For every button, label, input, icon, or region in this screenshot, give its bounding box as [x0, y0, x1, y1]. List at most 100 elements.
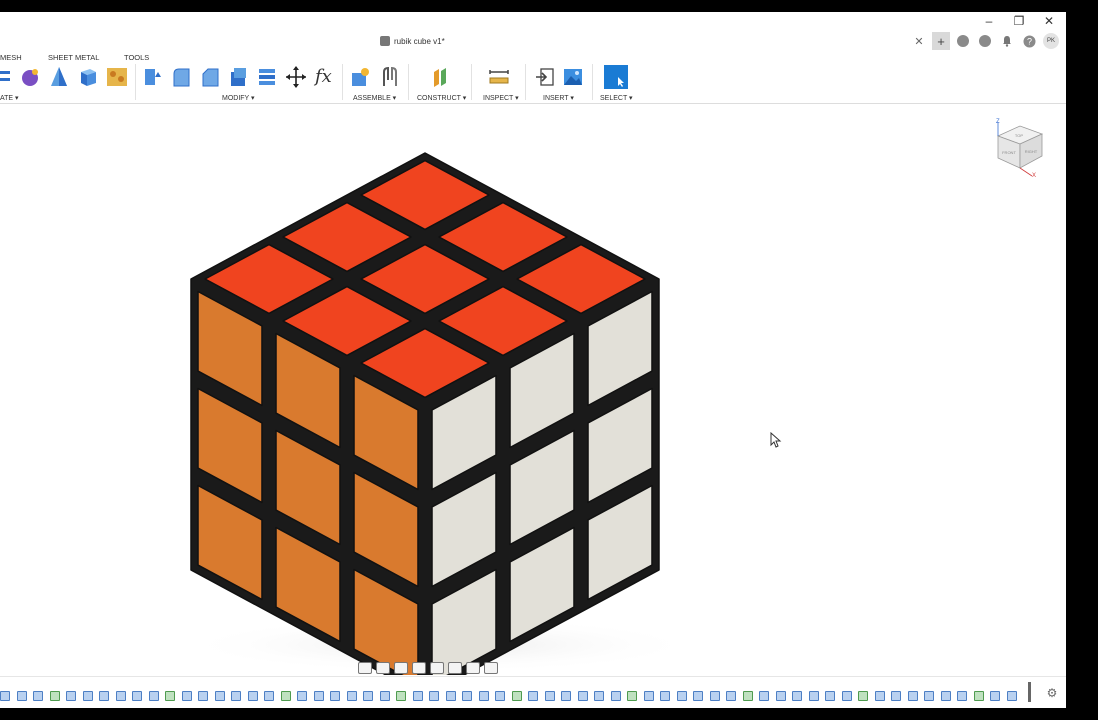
modify-menu[interactable]: MODIFY ▾: [222, 94, 255, 102]
rubiks-cube-model[interactable]: [0, 105, 1066, 675]
timeline-feature[interactable]: [792, 690, 802, 701]
box-icon[interactable]: [78, 66, 98, 88]
timeline-feature[interactable]: [495, 690, 505, 701]
tab-tools[interactable]: TOOLS: [124, 53, 149, 62]
timeline-feature[interactable]: [561, 690, 571, 701]
timeline-feature[interactable]: [610, 690, 621, 701]
close-window-button[interactable]: ✕: [1038, 13, 1060, 29]
timeline-feature[interactable]: [313, 690, 324, 701]
chamfer-icon[interactable]: [200, 66, 220, 88]
orbit-icon[interactable]: [358, 662, 372, 674]
timeline-feature[interactable]: [363, 690, 373, 701]
select-menu[interactable]: SELECT ▾: [600, 94, 633, 102]
create-menu[interactable]: ATE ▾: [0, 94, 19, 102]
timeline-feature[interactable]: [907, 690, 918, 701]
timeline-feature[interactable]: [990, 690, 1000, 701]
timeline-feature[interactable]: [594, 690, 604, 701]
timeline-feature[interactable]: [742, 690, 753, 701]
help-icon[interactable]: ?: [1020, 32, 1038, 50]
inspect-menu[interactable]: INSPECT ▾: [483, 94, 519, 102]
insert-derive-icon[interactable]: [535, 66, 555, 88]
timeline-feature[interactable]: [412, 690, 423, 701]
timeline-feature[interactable]: [49, 690, 60, 701]
job-status-icon[interactable]: [976, 32, 994, 50]
timeline-feature[interactable]: [577, 690, 588, 701]
timeline-feature[interactable]: [940, 690, 951, 701]
new-component-icon[interactable]: [350, 66, 370, 88]
restore-button[interactable]: ❐: [1008, 13, 1030, 29]
form-icon[interactable]: [20, 66, 40, 88]
timeline-feature[interactable]: [0, 690, 10, 701]
timeline-feature[interactable]: [115, 690, 126, 701]
timeline-feature[interactable]: [660, 690, 670, 701]
timeline-feature[interactable]: [858, 690, 868, 701]
timeline-feature[interactable]: [874, 690, 885, 701]
timeline-feature[interactable]: [231, 690, 241, 701]
viewports-icon[interactable]: [484, 662, 498, 674]
fx-parameters-icon[interactable]: fx: [315, 66, 332, 87]
user-avatar[interactable]: PK: [1042, 32, 1060, 50]
pan-icon[interactable]: [394, 662, 408, 674]
press-pull-icon[interactable]: [142, 66, 162, 88]
insert-menu[interactable]: INSERT ▾: [543, 94, 574, 102]
timeline-feature[interactable]: [264, 690, 274, 701]
timeline-feature[interactable]: [429, 690, 439, 701]
timeline-feature[interactable]: [33, 690, 43, 701]
shell-icon[interactable]: [228, 66, 248, 88]
notifications-icon[interactable]: [998, 32, 1016, 50]
timeline-feature[interactable]: [759, 690, 769, 701]
timeline-feature[interactable]: [148, 690, 159, 701]
timeline-feature[interactable]: [445, 690, 456, 701]
timeline-feature[interactable]: [16, 690, 27, 701]
zoom-window-icon[interactable]: [412, 662, 426, 674]
view-cube[interactable]: TOP FRONT RIGHT Z X: [990, 118, 1046, 178]
timeline-track[interactable]: [0, 687, 1036, 701]
timeline-feature[interactable]: [891, 690, 901, 701]
fillet-icon[interactable]: [171, 66, 191, 88]
display-settings-icon[interactable]: [448, 662, 462, 674]
select-icon[interactable]: [604, 65, 628, 89]
timeline-feature[interactable]: [379, 690, 390, 701]
timeline-feature[interactable]: [643, 690, 654, 701]
grid-icon[interactable]: [466, 662, 480, 674]
fit-icon[interactable]: [430, 662, 444, 674]
timeline-feature[interactable]: [66, 690, 76, 701]
timeline-feature[interactable]: [165, 690, 175, 701]
timeline-feature[interactable]: [973, 690, 984, 701]
timeline-feature[interactable]: [924, 690, 934, 701]
insert-image-icon[interactable]: [563, 66, 583, 88]
construct-menu[interactable]: CONSTRUCT ▾: [417, 94, 466, 102]
joint-icon[interactable]: [380, 66, 400, 88]
measure-icon[interactable]: [489, 66, 509, 88]
timeline-feature[interactable]: [346, 690, 357, 701]
timeline-feature[interactable]: [627, 690, 637, 701]
timeline-feature[interactable]: [544, 690, 555, 701]
timeline-feature[interactable]: [511, 690, 522, 701]
cone-icon[interactable]: [49, 66, 69, 88]
timeline-feature[interactable]: [1006, 690, 1017, 701]
tab-mesh[interactable]: MESH: [0, 53, 22, 62]
timeline-feature[interactable]: [462, 690, 472, 701]
look-at-icon[interactable]: [376, 662, 390, 674]
document-tab[interactable]: rubik cube v1*: [380, 33, 445, 49]
timeline-feature[interactable]: [82, 690, 93, 701]
timeline-feature[interactable]: [726, 690, 736, 701]
timeline-feature[interactable]: [297, 690, 307, 701]
timeline-feature[interactable]: [709, 690, 720, 701]
timeline-feature[interactable]: [775, 690, 786, 701]
timeline-feature[interactable]: [214, 690, 225, 701]
sketch-icon[interactable]: [0, 66, 12, 88]
timeline-settings-icon[interactable]: ⚙: [1045, 686, 1059, 700]
combine-icon[interactable]: [257, 66, 277, 88]
timeline-feature[interactable]: [825, 690, 835, 701]
timeline-feature[interactable]: [528, 690, 538, 701]
timeline-marker[interactable]: [1028, 682, 1031, 702]
timeline-feature[interactable]: [841, 690, 852, 701]
add-tab-icon[interactable]: +: [932, 32, 950, 50]
timeline-feature[interactable]: [676, 690, 687, 701]
extensions-icon[interactable]: [954, 32, 972, 50]
timeline-feature[interactable]: [808, 690, 819, 701]
assemble-menu[interactable]: ASSEMBLE ▾: [353, 94, 396, 102]
timeline-feature[interactable]: [396, 690, 406, 701]
pattern-icon[interactable]: [106, 66, 128, 88]
